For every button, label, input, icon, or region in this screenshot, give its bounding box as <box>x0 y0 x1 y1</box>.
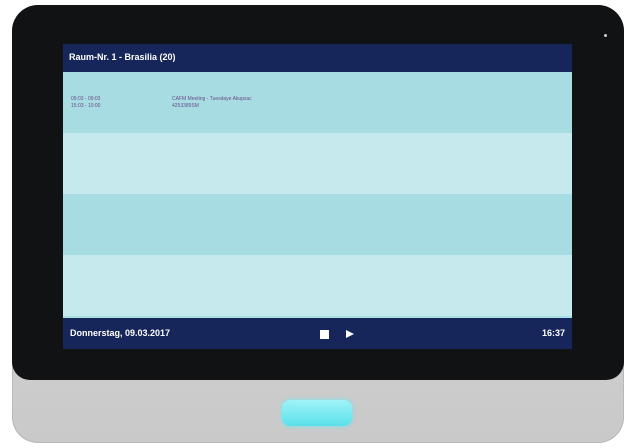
home-button[interactable] <box>282 400 352 426</box>
booking-time: 09:03 - 09:03 15:03 - 19:00 <box>71 96 100 109</box>
schedule-row[interactable] <box>63 133 572 194</box>
booking-title: CAFM Meeting - Tuesdaye Akupsac <box>172 96 252 102</box>
room-display-screen: Raum-Nr. 1 - Brasilia (20) 09:03 - 09:03… <box>63 44 572 349</box>
footer-bar: Donnerstag, 09.03.2017 16:37 <box>63 318 572 349</box>
booking-time-line: 09:03 - 09:03 <box>71 96 101 102</box>
booking-subtitle: 4253389SM <box>172 102 199 109</box>
schedule-row[interactable] <box>63 255 572 316</box>
schedule-row[interactable] <box>63 194 572 255</box>
current-date: Donnerstag, 09.03.2017 <box>70 328 171 338</box>
current-time: 16:37 <box>541 328 565 338</box>
stop-icon[interactable] <box>320 330 329 339</box>
camera-icon <box>604 34 607 37</box>
room-title: Raum-Nr. 1 - Brasilia (20) <box>69 52 176 62</box>
booking-info: CAFM Meeting - Tuesdaye Akupsac 4253389S… <box>172 96 252 109</box>
schedule-row[interactable]: 09:03 - 09:03 15:03 - 19:00 CAFM Meeting… <box>63 72 572 133</box>
header-bar: Raum-Nr. 1 - Brasilia (20) <box>63 44 572 72</box>
booking-time-line: 15:03 - 19:00 <box>71 102 101 109</box>
play-icon[interactable] <box>346 330 354 338</box>
